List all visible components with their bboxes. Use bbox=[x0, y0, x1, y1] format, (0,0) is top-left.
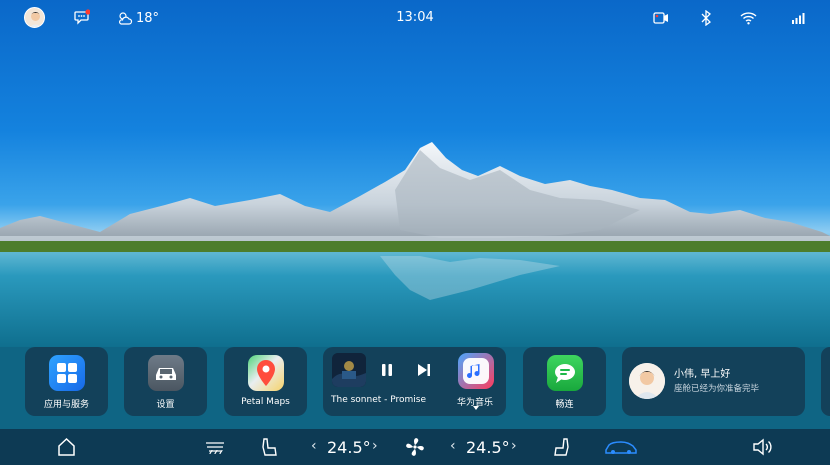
wifi-icon[interactable] bbox=[740, 10, 757, 26]
bluetooth-icon[interactable] bbox=[699, 10, 713, 26]
rear-defrost-icon[interactable] bbox=[204, 437, 226, 457]
status-bar: 18° 13:04 bbox=[0, 0, 830, 36]
app-label: 设置 bbox=[156, 400, 175, 410]
signal-strength-icon bbox=[792, 13, 805, 24]
app-label: Petal Maps bbox=[241, 397, 290, 407]
home-icon[interactable] bbox=[57, 437, 76, 457]
app-services-card[interactable]: 应用与服务 bbox=[25, 347, 108, 416]
left-temperature: 24.5° bbox=[327, 438, 371, 457]
greeting-title: 小伟, 早上好 bbox=[674, 369, 731, 380]
app-grid-icon bbox=[48, 355, 85, 391]
music-note-icon[interactable] bbox=[458, 353, 494, 389]
right-temperature: 24.5° bbox=[466, 438, 510, 457]
chevron-down-icon[interactable] bbox=[473, 406, 479, 411]
greeting-message: 座舱已经为你准备完毕 bbox=[674, 384, 760, 394]
album-art[interactable] bbox=[332, 353, 366, 387]
fan-icon[interactable] bbox=[404, 437, 426, 457]
settings-card[interactable]: 设置 bbox=[124, 347, 207, 416]
right-seat-icon[interactable] bbox=[552, 437, 572, 457]
greeting-card[interactable]: 小伟, 早上好 座舱已经为你准备完毕 bbox=[622, 347, 805, 416]
grass-shore bbox=[0, 241, 830, 253]
song-title: The sonnet - Promise bbox=[331, 395, 427, 405]
music-player-card[interactable]: The sonnet - Promise 华为音乐 bbox=[323, 347, 506, 416]
pause-icon[interactable] bbox=[380, 363, 394, 377]
bottom-control-bar: ‹ 24.5° › ‹ 24.5° › bbox=[0, 429, 830, 465]
left-seat-icon[interactable] bbox=[259, 437, 279, 457]
changlian-card[interactable]: 畅连 bbox=[523, 347, 606, 416]
app-label: 应用与服务 bbox=[43, 400, 89, 410]
petal-maps-card[interactable]: Petal Maps bbox=[224, 347, 307, 416]
chat-bubble-icon bbox=[546, 355, 583, 391]
right-temp-decrease[interactable]: ‹ bbox=[450, 438, 456, 454]
more-card-edge[interactable] bbox=[821, 347, 830, 416]
app-label: 畅连 bbox=[555, 400, 574, 410]
right-temp-increase[interactable]: › bbox=[511, 438, 517, 454]
left-temp-decrease[interactable]: ‹ bbox=[311, 438, 317, 454]
map-pin-icon bbox=[247, 355, 284, 391]
car-settings-icon bbox=[147, 355, 184, 391]
dashcam-icon[interactable] bbox=[653, 10, 669, 26]
car-status-icon[interactable] bbox=[604, 437, 638, 457]
volume-icon[interactable] bbox=[752, 437, 774, 457]
left-temp-increase[interactable]: › bbox=[372, 438, 378, 454]
user-avatar-large bbox=[629, 363, 665, 399]
next-track-icon[interactable] bbox=[417, 363, 431, 377]
